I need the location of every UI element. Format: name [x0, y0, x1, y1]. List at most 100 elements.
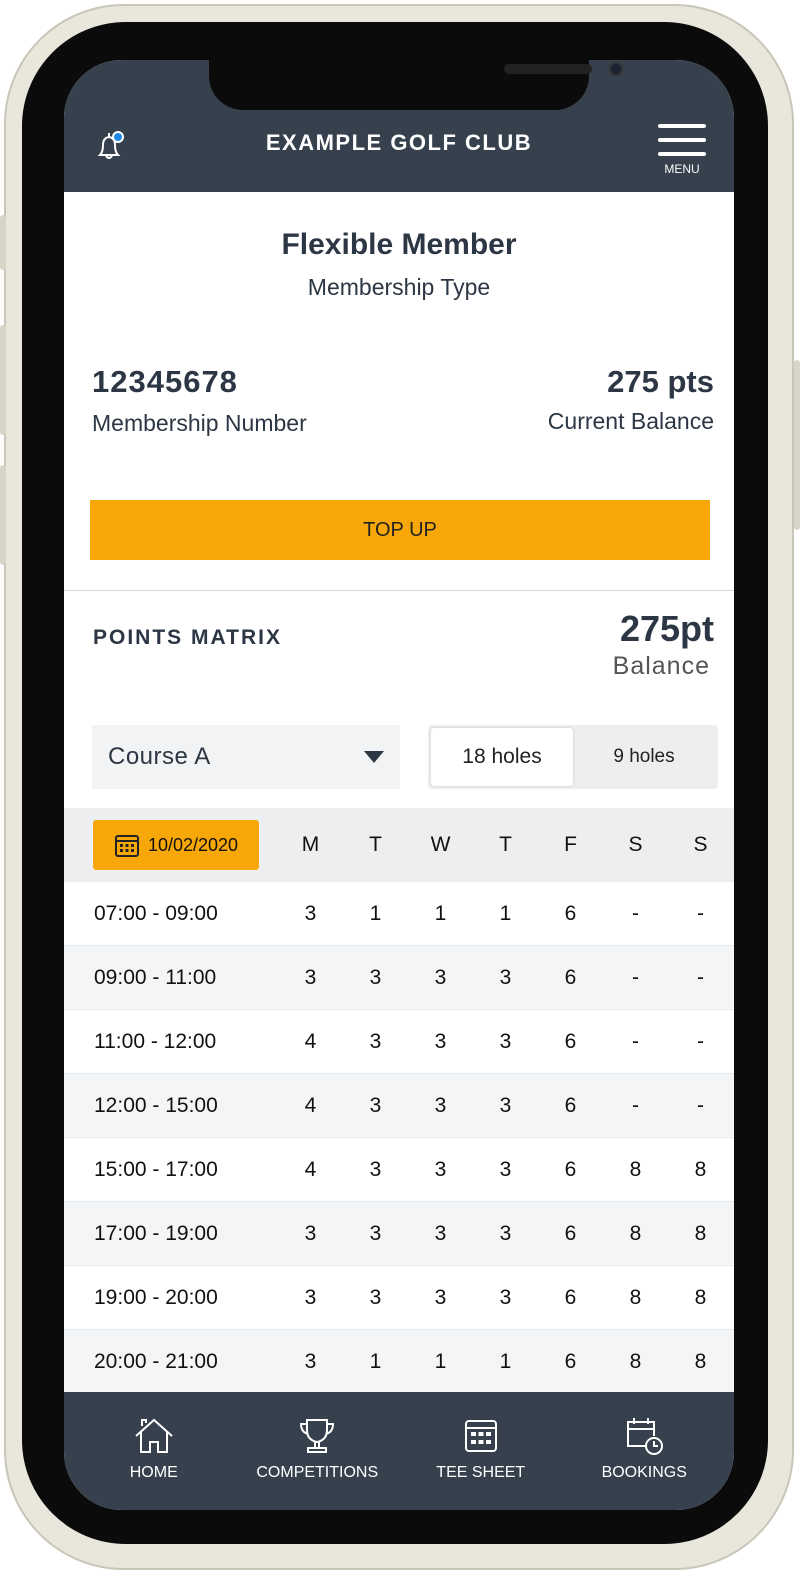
- nav-tee-sheet[interactable]: TEE SHEET: [406, 1416, 556, 1510]
- points-cell: 8: [629, 1221, 642, 1245]
- table-row: 17:00 - 19:00 3 3 3 3 6 8 8: [64, 1202, 734, 1266]
- table-row: 09:00 - 11:00 3 3 3 3 6 - -: [64, 946, 734, 1010]
- time-slot: 12:00 - 15:00: [94, 1093, 218, 1117]
- points-matrix-table: 10/02/2020 MTWTFSS 07:00 - 09:00 3 1 1 1 6- -0…: [64, 808, 734, 1394]
- points-cell: -: [632, 901, 639, 925]
- table-row: 07:00 - 09:00 3 1 1 1 6 - -: [64, 882, 734, 946]
- points-cell: 1: [434, 1349, 447, 1373]
- points-cell: 4: [304, 1157, 317, 1181]
- points-cell: 3: [369, 1093, 382, 1117]
- nav-label: COMPETITIONS: [256, 1464, 379, 1481]
- day-header: W: [430, 833, 451, 856]
- table-row: 19:00 - 20:00 3 3 3 3 6 8 8: [64, 1266, 734, 1330]
- holes-toggle: 18 holes 9 holes: [428, 725, 718, 789]
- notch: [209, 60, 623, 110]
- nav-home[interactable]: HOME: [79, 1416, 229, 1510]
- points-cell: 4: [304, 1093, 317, 1117]
- points-cell: 6: [564, 1093, 577, 1117]
- calendar-grid-icon: [464, 1420, 497, 1452]
- app-title: EXAMPLE GOLF CLUB: [265, 130, 533, 155]
- table-header-row: 10/02/2020 M T W T F S S: [64, 808, 734, 882]
- points-cell: 3: [369, 1157, 382, 1181]
- top-up-button[interactable]: TOP UP: [90, 500, 710, 560]
- points-cell: 8: [694, 1285, 707, 1309]
- matrix-balance: 275pt: [619, 608, 714, 649]
- time-slot: 15:00 - 17:00: [94, 1157, 218, 1181]
- points-cell: 1: [369, 901, 382, 925]
- points-cell: 6: [564, 965, 577, 989]
- points-cell: 3: [369, 1029, 382, 1053]
- points-cell: 3: [499, 1029, 512, 1053]
- home-icon: [135, 1418, 173, 1453]
- table-row: 15:00 - 17:00 4 3 3 3 6 8 8: [64, 1138, 734, 1202]
- points-cell: 3: [434, 1093, 447, 1117]
- course-select[interactable]: Course A: [92, 725, 400, 789]
- time-slot: 17:00 - 19:00: [94, 1221, 218, 1245]
- menu-button[interactable]: MENU: [658, 124, 706, 176]
- current-balance-label: Current Balance: [547, 408, 714, 434]
- points-matrix-title: POINTS MATRIX: [93, 626, 282, 649]
- camera: [609, 62, 623, 76]
- phone-side-button: [794, 360, 800, 530]
- points-cell: 8: [629, 1285, 642, 1309]
- divider: [64, 590, 734, 591]
- day-header: T: [499, 833, 512, 856]
- membership-number: 12345678: [92, 364, 238, 399]
- points-cell: 1: [499, 1349, 512, 1373]
- nav-label: BOOKINGS: [601, 1464, 687, 1481]
- phone-side-button: [0, 465, 6, 565]
- points-cell: 6: [564, 1029, 577, 1053]
- calendar-icon: [114, 835, 139, 857]
- date-picker-button[interactable]: 10/02/2020: [93, 820, 259, 870]
- points-cell: -: [697, 1093, 704, 1117]
- points-cell: 8: [694, 1349, 707, 1373]
- points-cell: 3: [434, 1221, 447, 1245]
- points-cell: 3: [499, 1285, 512, 1309]
- time-slot: 09:00 - 11:00: [94, 965, 217, 989]
- time-slot: 20:00 - 21:00: [94, 1349, 218, 1373]
- points-cell: -: [632, 1029, 639, 1053]
- day-header: T: [369, 833, 382, 856]
- chevron-down-icon: [364, 751, 384, 763]
- time-slot: 19:00 - 20:00: [94, 1285, 218, 1309]
- points-cell: 3: [499, 965, 512, 989]
- holes-option-9[interactable]: 9 holes: [573, 728, 715, 786]
- points-cell: 3: [304, 1285, 317, 1309]
- time-slot: 07:00 - 09:00: [94, 901, 218, 925]
- points-cell: 4: [304, 1029, 317, 1053]
- points-cell: 3: [369, 1285, 382, 1309]
- points-cell: 8: [629, 1349, 642, 1373]
- membership-type-label: Membership Type: [307, 274, 491, 300]
- points-cell: 6: [564, 1157, 577, 1181]
- menu-label: MENU: [664, 162, 700, 176]
- table-row: 12:00 - 15:00 4 3 3 3 6 - -: [64, 1074, 734, 1138]
- holes-option-18[interactable]: 18 holes: [431, 728, 573, 786]
- nav-competitions[interactable]: COMPETITIONS: [242, 1416, 392, 1510]
- selected-date: 10/02/2020: [147, 834, 239, 855]
- calendar-clock-icon: [627, 1418, 664, 1455]
- table-row: 20:00 - 21:00 3 1 1 1 6 8 8: [64, 1330, 734, 1394]
- phone-side-button: [0, 215, 6, 270]
- points-cell: 8: [694, 1221, 707, 1245]
- points-cell: -: [697, 1029, 704, 1053]
- points-cell: -: [697, 965, 704, 989]
- points-cell: -: [632, 965, 639, 989]
- day-header: S: [693, 833, 708, 856]
- points-cell: 3: [499, 1093, 512, 1117]
- current-balance: 275 pts: [607, 364, 714, 399]
- points-cell: 3: [304, 901, 317, 925]
- trophy-icon: [300, 1419, 335, 1453]
- points-cell: 1: [499, 901, 512, 925]
- points-cell: 3: [369, 965, 382, 989]
- points-cell: 3: [304, 1349, 317, 1373]
- points-cell: 1: [369, 1349, 382, 1373]
- membership-type: Flexible Member: [281, 228, 517, 261]
- matrix-balance-label: Balance: [612, 652, 710, 680]
- nav-bookings[interactable]: BOOKINGS: [569, 1416, 719, 1510]
- points-cell: 3: [434, 965, 447, 989]
- membership-number-label: Membership Number: [92, 410, 307, 436]
- points-cell: 3: [369, 1221, 382, 1245]
- points-cell: 3: [499, 1157, 512, 1181]
- points-cell: 6: [564, 1285, 577, 1309]
- screen: EXAMPLE GOLF CLUB MENU Flexible Member M…: [64, 60, 734, 1510]
